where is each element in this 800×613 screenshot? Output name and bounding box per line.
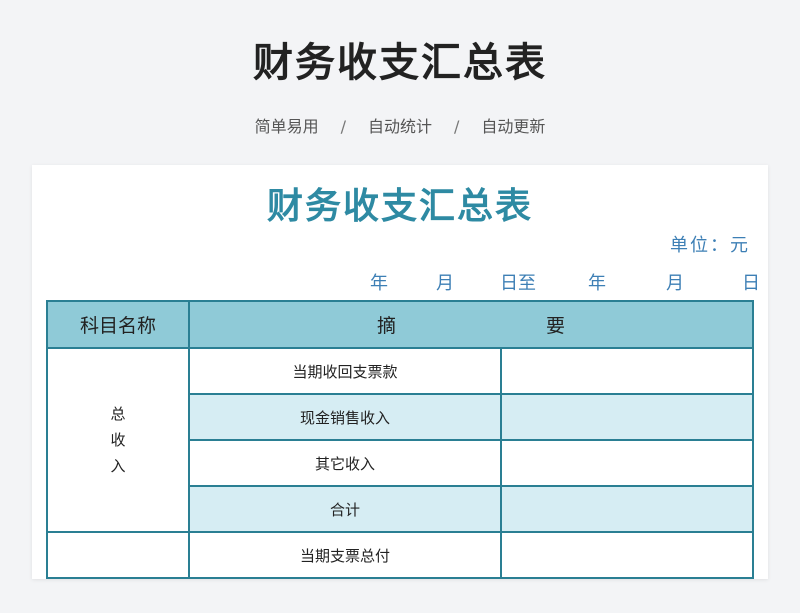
summary-table: 科目名称 摘要 总 收 入 当期收回支票款 现金销售收入 其它收入 合计 当期支… bbox=[46, 300, 754, 579]
date-year-end: 年 bbox=[588, 273, 606, 294]
header-summary-right: 要 bbox=[546, 315, 566, 337]
item-value[interactable] bbox=[500, 439, 754, 487]
tag-separator: / bbox=[454, 117, 460, 136]
item-value[interactable] bbox=[500, 531, 754, 579]
item-label: 其它收入 bbox=[188, 439, 502, 487]
header-summary-left: 摘 bbox=[376, 315, 396, 337]
table-row: 当期支票总付 bbox=[46, 531, 754, 579]
table-row: 总 收 入 当期收回支票款 bbox=[46, 347, 754, 533]
feature-tags: 简单易用 / 自动统计 / 自动更新 bbox=[0, 113, 800, 137]
item-value[interactable] bbox=[500, 485, 754, 533]
sheet-preview: 财务收支汇总表 单位：元 年 月 日至 年 月 日 科目名称 摘要 总 收 入 … bbox=[32, 165, 768, 579]
tag-auto-stats: 自动统计 bbox=[367, 117, 432, 136]
item-label: 当期收回支票款 bbox=[188, 347, 502, 395]
tag-separator: / bbox=[340, 117, 346, 136]
date-month-start: 月 bbox=[436, 273, 454, 294]
item-label: 现金销售收入 bbox=[188, 393, 502, 441]
page-title: 财务收支汇总表 bbox=[253, 40, 547, 86]
date-day-to: 日至 bbox=[500, 273, 536, 294]
category-total-income: 总 收 入 bbox=[46, 347, 190, 533]
header-category: 科目名称 bbox=[46, 300, 190, 349]
item-label: 合计 bbox=[188, 485, 502, 533]
sheet-title: 财务收支汇总表 bbox=[266, 186, 533, 227]
item-label: 当期支票总付 bbox=[188, 531, 502, 579]
item-value[interactable] bbox=[500, 347, 754, 395]
table-header-row: 科目名称 摘要 bbox=[46, 300, 754, 349]
tag-auto-update: 自动更新 bbox=[481, 117, 546, 136]
category-expense bbox=[46, 531, 190, 579]
header-summary: 摘要 bbox=[188, 300, 754, 349]
unit-label: 单位：元 bbox=[670, 235, 750, 256]
date-day-end: 日 bbox=[742, 273, 760, 294]
date-year-start: 年 bbox=[370, 273, 388, 294]
date-month-end: 月 bbox=[666, 273, 684, 294]
item-value[interactable] bbox=[500, 393, 754, 441]
tag-easy: 简单易用 bbox=[254, 117, 319, 136]
